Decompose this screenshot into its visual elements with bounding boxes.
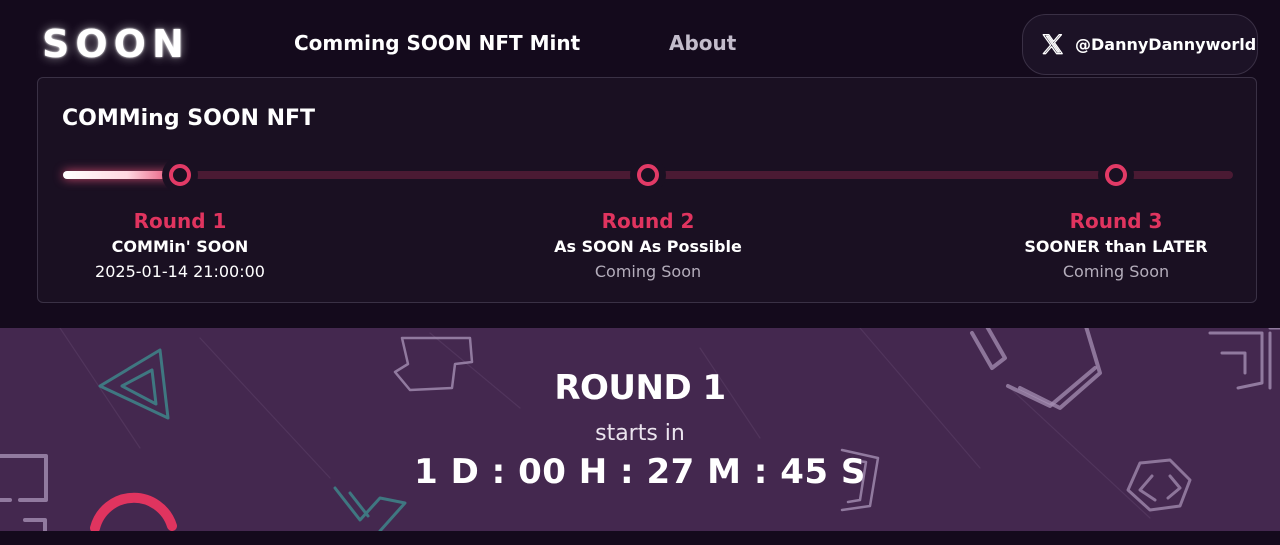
page-bottom-strip	[0, 531, 1280, 545]
round-progress-track	[63, 157, 1233, 193]
round-label: Round 3	[1069, 209, 1163, 233]
round-3-info[interactable]: Round 3 SOONER than LATER Coming Soon	[996, 208, 1236, 283]
countdown-round-title: ROUND 1	[554, 368, 726, 408]
round-label: Round 2	[601, 209, 695, 233]
countdown-banner: ROUND 1 starts in 1 D : 00 H : 27 M : 45…	[0, 328, 1280, 531]
round-name: As SOON As Possible	[554, 237, 742, 256]
collection-title: COMMing SOON NFT	[62, 106, 316, 131]
round-name: SOONER than LATER	[1024, 237, 1208, 256]
mint-rounds-card: COMMing SOON NFT Round 1 COMMin' SOON 20…	[37, 77, 1257, 303]
round-2-info[interactable]: Round 2 As SOON As Possible Coming Soon	[528, 208, 768, 283]
round-1-info[interactable]: Round 1 COMMin' SOON 2025-01-14 21:00:00	[60, 208, 300, 283]
top-nav-bar: SOON Comming SOON NFT Mint About @DannyD…	[0, 0, 1280, 88]
countdown-subtitle: starts in	[595, 421, 685, 446]
nav-link-mint[interactable]: Comming SOON NFT Mint	[294, 30, 580, 56]
round-label: Round 1	[133, 209, 227, 233]
round-3-marker	[1098, 157, 1134, 193]
nav-link-about[interactable]: About	[669, 30, 736, 56]
round-1-marker	[162, 157, 198, 193]
twitter-handle: @DannyDannyworld	[1075, 35, 1257, 54]
round-2-marker	[630, 157, 666, 193]
twitter-profile-button[interactable]: @DannyDannyworld	[1022, 14, 1258, 75]
round-date: Coming Soon	[594, 262, 702, 281]
round-date: Coming Soon	[1062, 262, 1170, 281]
round-date: 2025-01-14 21:00:00	[95, 262, 265, 281]
round-name: COMMin' SOON	[111, 237, 249, 256]
countdown-timer: 1 D : 00 H : 27 M : 45 S	[414, 452, 866, 492]
x-logo-icon	[1042, 33, 1063, 54]
soon-logo[interactable]: SOON	[42, 24, 190, 64]
